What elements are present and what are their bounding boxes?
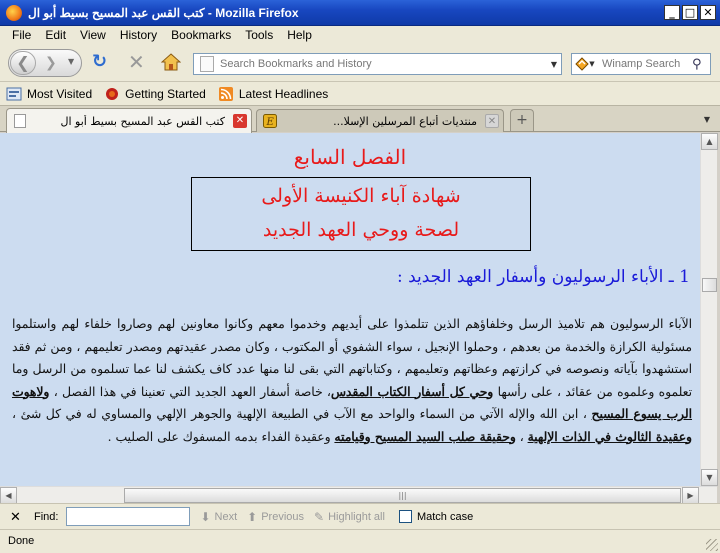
highlight-all-button[interactable]: ✎ Highlight all [314,510,385,524]
scroll-up-icon[interactable]: ▲ [701,133,718,150]
paragraph-text: وعقيدة الفداء بدمه المسفوك على الصليب . [107,429,335,444]
vertical-scroll-thumb[interactable] [702,278,717,292]
paragraph-text: ، [515,429,528,444]
url-dropdown-icon[interactable]: ▼ [547,60,561,69]
forward-button[interactable]: ❯ [45,55,57,71]
menu-tools[interactable]: Tools [239,28,281,42]
bookmark-getting-started[interactable]: Getting Started [104,86,206,102]
status-text: Done [8,535,35,547]
menu-file[interactable]: File [6,28,39,42]
paragraph-text: ، ابن الله والإله الآتي من السماء والواح… [12,407,592,421]
highlighter-icon: ✎ [314,509,325,524]
chapter-title-box: شهادة آباء الكنيسة الأولى لصحة ووحي العه… [191,177,531,251]
bookmark-label: Most Visited [27,86,93,101]
most-visited-icon [6,86,22,102]
tab-active[interactable]: كتب القس عبد المسيح بسيط أبو ال ✕ [6,108,252,133]
search-icon[interactable]: ⚲ [692,57,710,72]
tab-label: كتب القس عبد المسيح بسيط أبو ال [60,114,225,128]
chapter-heading: الفصل السابع [293,145,407,169]
find-previous-label: Previous [261,510,305,523]
tab-strip: كتب القس عبد المسيح بسيط أبو ال ✕ E منتد… [0,106,720,133]
menu-bar: File Edit View History Bookmarks Tools H… [0,26,720,44]
window-controls: _ □ ✕ [664,5,716,20]
arrow-up-icon: ⬆ [247,509,258,524]
back-forward-group: ❮ ❯ ▼ [8,49,82,77]
checkbox-icon[interactable] [398,510,412,523]
bookmark-label: Getting Started [125,86,206,101]
minimize-icon[interactable]: _ [664,5,680,20]
highlighted-phrase: وحقيقة صلب السيد المسيح وقيامته [334,428,516,444]
engine-dropdown-icon: ▼ [589,60,595,68]
svg-text:E: E [266,117,275,128]
search-input[interactable]: Winamp Search [602,58,692,70]
firefox-icon [6,4,22,21]
section-heading: 1 ـ الأباء الرسوليون وأسفار العهد الجديد… [396,267,690,287]
history-dropdown-icon[interactable]: ▼ [68,57,74,66]
plus-icon: + [516,112,528,128]
tab-close-icon[interactable]: ✕ [485,114,499,128]
find-label: Find: [34,510,59,523]
maximize-icon[interactable]: □ [682,5,698,20]
navigation-toolbar: ❮ ❯ ▼ ↻ ✕ Search Bookmarks and History ▼… [0,44,720,82]
home-button[interactable] [160,53,182,71]
back-button[interactable]: ❮ [10,51,36,75]
stop-button[interactable]: ✕ [128,52,145,72]
menu-history[interactable]: History [114,28,165,42]
chapter-title-line-1: شهادة آباء الكنيسة الأولى [261,185,461,207]
scroll-right-icon[interactable]: ▶ [682,487,699,504]
scroll-left-icon[interactable]: ◀ [0,487,17,504]
menu-help[interactable]: Help [281,28,320,42]
chapter-title-line-2: لصحة ووحي العهد الجديد [262,219,460,241]
resize-grip-icon[interactable] [706,539,718,551]
menu-edit[interactable]: Edit [39,28,74,42]
find-input[interactable] [66,507,191,526]
tab-close-icon[interactable]: ✕ [233,114,247,128]
bookmark-most-visited[interactable]: Most Visited [6,86,92,102]
new-tab-button[interactable]: + [510,109,534,131]
url-bar[interactable]: Search Bookmarks and History ▼ [193,53,562,75]
tab-list-dropdown-icon[interactable]: ▼ [698,110,716,130]
bookmark-latest-headlines[interactable]: Latest Headlines [218,86,328,102]
highlighted-phrase: وعقيدة الثالوث في الذات الإلهية [527,428,692,444]
find-next-label: Next [214,510,238,523]
find-bar: ✕ Find: ⬇ Next ⬆ Previous ✎ Highlight all M… [0,503,720,529]
menu-bookmarks[interactable]: Bookmarks [165,28,239,42]
horizontal-scroll-thumb[interactable]: ||| [124,488,681,503]
search-bar[interactable]: ▼ Winamp Search ⚲ [571,53,711,75]
url-input[interactable]: Search Bookmarks and History [220,58,547,70]
status-bar: Done [0,529,720,553]
window-titlebar: كتب القس عبد المسيح بسيط أبو ال - Mozill… [0,0,720,26]
close-icon[interactable]: ✕ [700,5,716,20]
window-title: كتب القس عبد المسيح بسيط أبو ال - Mozill… [28,5,299,20]
menu-view[interactable]: View [74,28,114,42]
horizontal-scrollbar[interactable]: ◀ ||| ▶ [0,486,717,504]
bookmark-label: Latest Headlines [238,86,329,101]
back-arrow-icon: ❮ [16,53,30,72]
match-case-label: Match case [416,510,474,523]
match-case-checkbox[interactable]: Match case [398,510,474,523]
page-content: الفصل السابع شهادة آباء الكنيسة الأولى ل… [0,133,700,486]
home-icon [160,53,182,71]
reload-button[interactable]: ↻ [92,53,107,71]
find-next-button[interactable]: ⬇ Next [200,510,237,524]
close-findbar-icon[interactable]: ✕ [10,509,22,525]
rss-icon [218,86,234,102]
tab-label: منتديات أتباع المرسلين الإسلا... [333,114,477,128]
vertical-scrollbar[interactable]: ▲ ▼ [700,133,718,486]
page-icon [200,56,214,72]
bookmarks-toolbar: Most Visited Getting Started Latest Head… [0,82,720,106]
forum-icon: E [263,114,277,128]
highlight-all-label: Highlight all [328,510,385,523]
highlighted-phrase: وحي كل أسفار الكتاب المقدس [330,383,494,399]
arrow-down-icon: ⬇ [200,509,211,524]
tab-inactive[interactable]: E منتديات أتباع المرسلين الإسلا... ✕ [256,109,504,132]
getting-started-icon [104,86,120,102]
scroll-down-icon[interactable]: ▼ [701,469,718,486]
winamp-icon [575,57,590,71]
find-previous-button[interactable]: ⬆ Previous [247,510,304,524]
paragraph-text: ، خاصة أسفار العهد الجديد التي تعنينا في… [49,384,331,399]
search-engine-icon[interactable]: ▼ [574,55,596,73]
body-paragraph: الآباء الرسوليون هم تلاميذ الرسل وخلفاؤه… [12,313,692,448]
page-icon [13,114,27,128]
